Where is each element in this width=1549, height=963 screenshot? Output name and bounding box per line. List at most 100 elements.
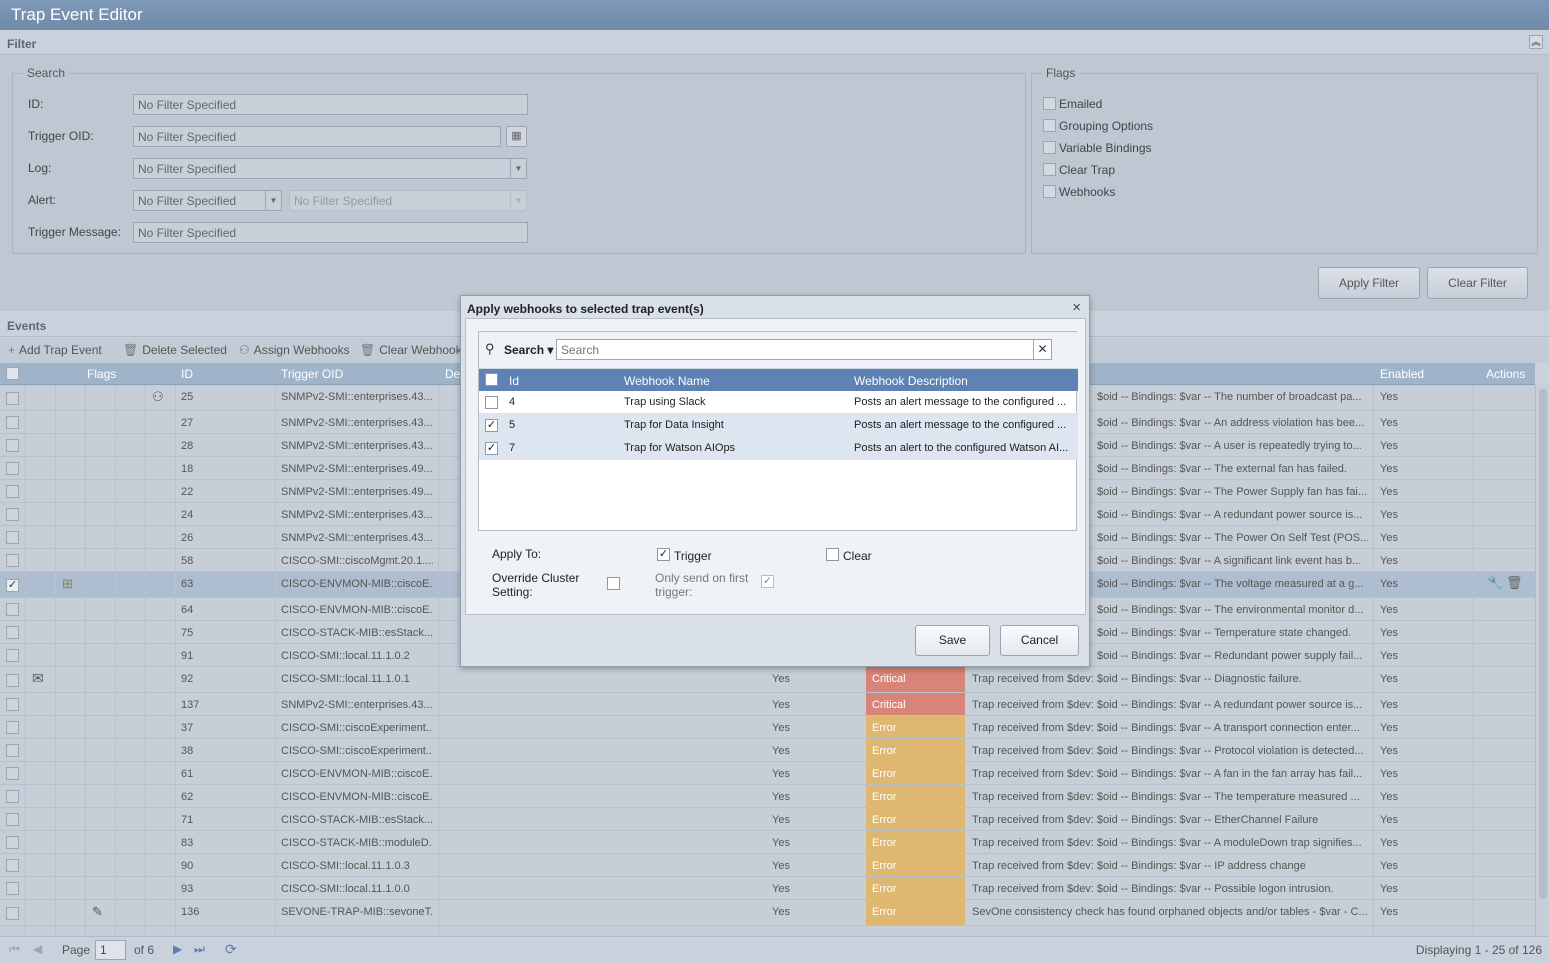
webhook-row-checkbox[interactable]: ✓ xyxy=(485,442,498,455)
trash-icon[interactable]: 🗑 xyxy=(1506,575,1523,591)
row-checkbox[interactable] xyxy=(6,698,19,711)
previous-page-icon[interactable]: ◀ xyxy=(33,942,42,956)
webhook-row[interactable]: ✓ 7 Trap for Watson AIOps Posts an alert to… xyxy=(479,437,1078,460)
row-checkbox[interactable] xyxy=(6,485,19,498)
enabled-value: Yes xyxy=(1380,555,1398,567)
last-page-icon[interactable]: ⏭ xyxy=(194,942,205,957)
row-checkbox[interactable] xyxy=(6,554,19,567)
save-button[interactable]: Save xyxy=(915,625,990,656)
delete-selected-button[interactable]: 🗑 Delete Selected xyxy=(123,343,227,357)
chevron-down-icon[interactable]: ▼ xyxy=(510,158,527,179)
table-row[interactable]: 61 CISCO-ENVMON-MIB::ciscoE... Yes Error Tra… xyxy=(0,762,1535,785)
search-field-selector[interactable]: Search ▾ xyxy=(504,343,553,357)
clear-checkbox[interactable] xyxy=(826,548,839,561)
add-trap-event-button[interactable]: + Add Trap Event xyxy=(8,343,102,357)
next-page-icon[interactable]: ▶ xyxy=(173,942,182,956)
column-header-description[interactable]: De xyxy=(445,367,460,381)
row-checkbox[interactable]: ✓ xyxy=(6,578,19,592)
row-checkbox[interactable] xyxy=(6,859,19,872)
webhook-row[interactable]: 4 Trap using Slack Posts an alert message … xyxy=(479,391,1078,414)
trigger-message: Trap received from $dev: $oid -- Binding… xyxy=(972,791,1360,803)
variable-bindings-checkbox[interactable] xyxy=(1043,141,1056,154)
webhook-row[interactable]: ✓ 5 Trap for Data Insight Posts an alert me… xyxy=(479,414,1078,437)
edit-icon[interactable]: 🔧 xyxy=(1487,575,1503,591)
column-header-id[interactable]: ID xyxy=(181,367,193,381)
event-id: 38 xyxy=(181,745,194,757)
webhook-row-checkbox[interactable]: ✓ xyxy=(485,419,498,432)
trigger-message: Trap received from $dev: $oid -- Binding… xyxy=(972,883,1334,895)
row-checkbox[interactable] xyxy=(6,391,19,405)
scrollbar-thumb[interactable] xyxy=(1539,389,1547,899)
clear-trap-checkbox[interactable] xyxy=(1043,163,1056,176)
webhook-search-input[interactable] xyxy=(556,339,1034,360)
column-header-flags[interactable]: Flags xyxy=(87,367,116,381)
select-all-checkbox[interactable] xyxy=(6,367,19,380)
row-checkbox[interactable] xyxy=(6,416,19,429)
row-checkbox[interactable] xyxy=(6,462,19,475)
table-row[interactable]: 83 CISCO-STACK-MIB::moduleD... Yes Error Tra… xyxy=(0,831,1535,854)
row-checkbox[interactable] xyxy=(6,744,19,757)
row-checkbox[interactable] xyxy=(6,508,19,521)
table-row[interactable]: 62 CISCO-ENVMON-MIB::ciscoE... Yes Error Tra… xyxy=(0,785,1535,808)
table-row[interactable]: 71 CISCO-STACK-MIB::esStack.... Yes Error Tr… xyxy=(0,808,1535,831)
row-checkbox[interactable] xyxy=(6,790,19,803)
grouping-options-checkbox[interactable] xyxy=(1043,119,1056,132)
clear-webhooks-button[interactable]: 🗑 Clear Webhooks xyxy=(360,343,468,357)
webhook-row-checkbox[interactable] xyxy=(485,396,498,409)
collapse-icon[interactable]: ︽ xyxy=(1529,35,1543,49)
enabled-value: Yes xyxy=(1380,673,1398,685)
column-header-actions[interactable]: Actions xyxy=(1486,367,1525,381)
row-checkbox[interactable] xyxy=(6,603,19,616)
clear-search-icon[interactable]: ✕ xyxy=(1033,339,1052,360)
row-checkbox[interactable] xyxy=(6,721,19,734)
chevron-down-icon[interactable]: ▼ xyxy=(265,190,282,211)
webhooks-checkbox[interactable] xyxy=(1043,185,1056,198)
table-row[interactable]: ✎ 136 SEVONE-TRAP-MIB::sevoneT... Yes Error S… xyxy=(0,900,1535,926)
table-row[interactable]: 93 CISCO-SMI::local.11.1.0.0 Yes Error Trap … xyxy=(0,877,1535,900)
row-checkbox[interactable] xyxy=(6,673,19,687)
column-header-enabled[interactable]: Enabled xyxy=(1380,367,1424,381)
emailed-checkbox[interactable] xyxy=(1043,97,1056,110)
table-row[interactable]: 38 CISCO-SMI::ciscoExperiment... Yes Error T… xyxy=(0,739,1535,762)
enabled-value: Yes xyxy=(1380,837,1398,849)
table-row[interactable]: 90 CISCO-SMI::local.11.1.0.3 Yes Error Trap … xyxy=(0,854,1535,877)
row-checkbox[interactable] xyxy=(6,813,19,826)
apply-filter-button[interactable]: Apply Filter xyxy=(1318,267,1420,299)
row-checkbox[interactable] xyxy=(6,882,19,895)
log-select[interactable]: No Filter Specified xyxy=(133,158,511,179)
row-checkbox[interactable] xyxy=(6,836,19,849)
trigger-message-input[interactable]: No Filter Specified xyxy=(133,222,528,243)
cancel-button[interactable]: Cancel xyxy=(1000,625,1079,656)
row-checkbox[interactable] xyxy=(6,626,19,639)
table-row[interactable]: 37 CISCO-SMI::ciscoExperiment... Yes Error T… xyxy=(0,716,1535,739)
email-icon: ✉ xyxy=(32,670,44,686)
severity-badge: Error xyxy=(866,739,965,761)
trigger-checkbox[interactable]: ✓ xyxy=(657,548,670,561)
assign-webhooks-button[interactable]: ⚇ Assign Webhooks xyxy=(239,343,350,357)
row-checkbox[interactable] xyxy=(6,531,19,544)
column-header-webhook-id[interactable]: Id xyxy=(509,374,519,388)
event-id: 83 xyxy=(181,837,194,849)
row-checkbox[interactable] xyxy=(6,649,19,662)
enabled-value: Yes xyxy=(1380,417,1398,429)
column-header-webhook-description[interactable]: Webhook Description xyxy=(854,374,968,388)
alert-select[interactable]: No Filter Specified xyxy=(133,190,266,211)
clear-filter-button[interactable]: Clear Filter xyxy=(1427,267,1528,299)
first-page-icon[interactable]: ⏮ xyxy=(9,942,20,957)
refresh-icon[interactable]: ⟳ xyxy=(225,941,237,958)
column-header-trigger-oid[interactable]: Trigger OID xyxy=(281,367,343,381)
oid-browser-icon[interactable]: ▦ xyxy=(506,126,527,147)
id-filter-input[interactable]: No Filter Specified xyxy=(133,94,528,115)
page-number-input[interactable]: 1 xyxy=(95,940,126,960)
column-header-webhook-name[interactable]: Webhook Name xyxy=(624,374,710,388)
row-checkbox[interactable] xyxy=(6,439,19,452)
close-icon[interactable]: × xyxy=(1072,299,1081,316)
events-scrollbar[interactable] xyxy=(1535,385,1549,936)
table-row[interactable]: 137 SNMPv2-SMI::enterprises.43... Yes Criti… xyxy=(0,693,1535,716)
table-row[interactable]: ✉ 92 CISCO-SMI::local.11.1.0.1 Yes Critical T… xyxy=(0,667,1535,693)
select-all-webhooks-checkbox[interactable] xyxy=(485,373,498,386)
row-checkbox[interactable] xyxy=(6,906,19,920)
override-cluster-checkbox[interactable] xyxy=(607,577,620,590)
row-checkbox[interactable] xyxy=(6,767,19,780)
trigger-oid-input[interactable]: No Filter Specified xyxy=(133,126,501,147)
